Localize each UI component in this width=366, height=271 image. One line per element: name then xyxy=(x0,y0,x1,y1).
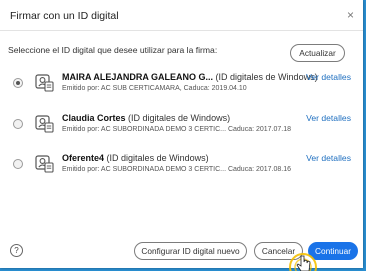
view-details-link[interactable]: Ver detalles xyxy=(306,72,351,82)
id-row[interactable]: Oferente4 (ID digitales de Windows) Emit… xyxy=(0,150,363,180)
configure-new-id-button[interactable]: Configurar ID digital nuevo xyxy=(134,242,247,260)
id-row[interactable]: MAIRA ALEJANDRA GALEANO G... (ID digital… xyxy=(0,69,363,99)
dialog-title: Firmar con un ID digital xyxy=(10,10,119,22)
certificate-icon xyxy=(35,155,54,173)
id-name: Claudia Cortes xyxy=(62,113,126,123)
hand-cursor-icon xyxy=(289,253,317,271)
radio-button[interactable] xyxy=(13,119,23,129)
radio-button[interactable] xyxy=(13,78,23,88)
refresh-button[interactable]: Actualizar xyxy=(290,44,345,62)
view-details-link[interactable]: Ver detalles xyxy=(306,113,351,123)
id-details: Emitido por: AC SUB CERTICAMARA, Caduca:… xyxy=(62,85,247,92)
id-type: (ID digitales de Windows) xyxy=(128,113,231,123)
id-name-line: Claudia Cortes (ID digitales de Windows) xyxy=(62,113,230,123)
view-details-link[interactable]: Ver detalles xyxy=(306,153,351,163)
help-icon[interactable]: ? xyxy=(10,244,23,257)
radio-button[interactable] xyxy=(13,159,23,169)
sign-dialog: Firmar con un ID digital × Seleccione el… xyxy=(0,0,363,268)
id-type: (ID digitales de Windows) xyxy=(106,153,209,163)
id-name: Oferente4 xyxy=(62,153,105,163)
id-details: Emitido por: AC SUBORDINADA DEMO 3 CERTI… xyxy=(62,126,292,133)
id-type: (ID digitales de Windows) xyxy=(215,72,318,82)
divider xyxy=(0,30,363,31)
instruction-text: Seleccione el ID digital que desee utili… xyxy=(8,45,218,55)
id-row[interactable]: Claudia Cortes (ID digitales de Windows)… xyxy=(0,110,363,140)
radio-dot xyxy=(16,81,20,85)
certificate-icon xyxy=(35,115,54,133)
close-icon[interactable]: × xyxy=(347,8,354,22)
certificate-icon xyxy=(35,74,54,92)
id-details: Emitido por: AC SUBORDINADA DEMO 3 CERTI… xyxy=(62,166,292,173)
id-name: MAIRA ALEJANDRA GALEANO G... xyxy=(62,72,214,82)
id-name-line: Oferente4 (ID digitales de Windows) xyxy=(62,153,209,163)
id-name-line: MAIRA ALEJANDRA GALEANO G... (ID digital… xyxy=(62,72,318,82)
